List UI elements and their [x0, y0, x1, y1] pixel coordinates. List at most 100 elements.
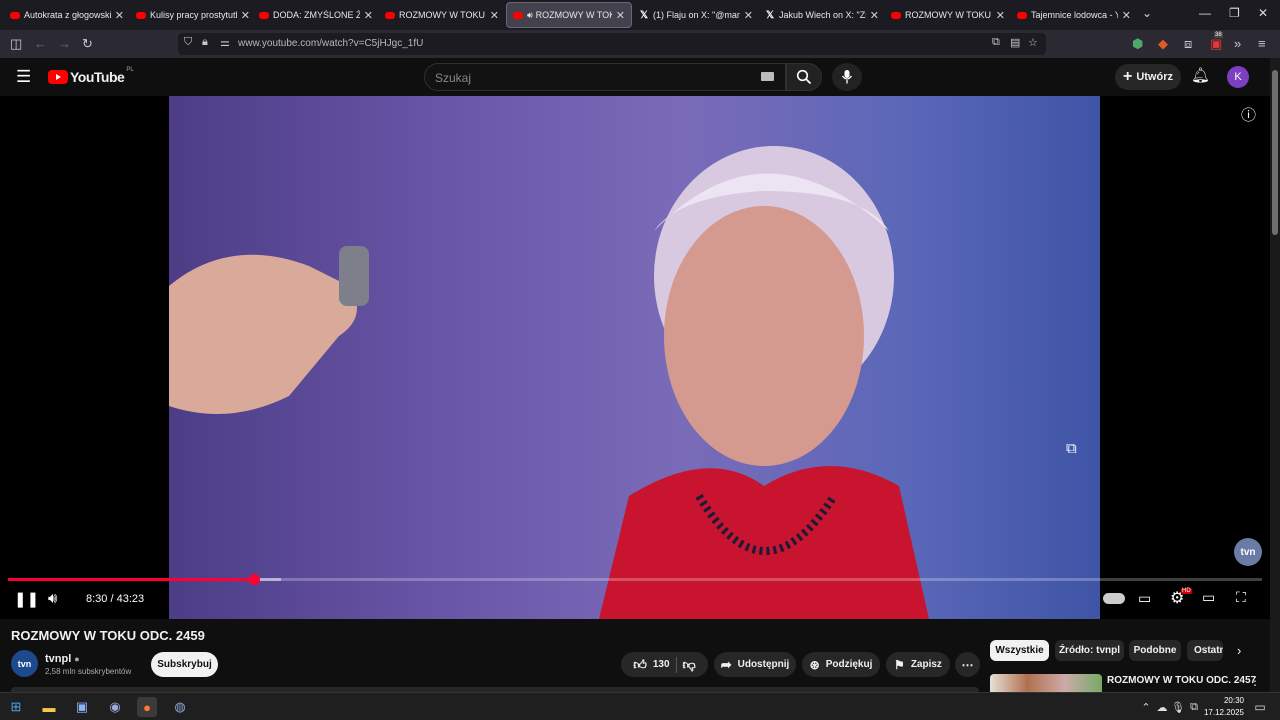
firefox-icon[interactable]: ● [137, 697, 157, 717]
speaker-icon[interactable]: 🔊︎ [527, 10, 533, 21]
bookmark-star-icon[interactable]: ☆ [1028, 36, 1038, 49]
close-icon[interactable]: ✕ [1122, 9, 1131, 22]
more-vertical-icon[interactable]: ⋮ [1249, 674, 1261, 688]
close-icon[interactable]: ✕ [241, 9, 250, 22]
video-frame[interactable] [169, 96, 1100, 619]
close-icon[interactable]: ✕ [115, 9, 124, 22]
autoplay-toggle[interactable] [1103, 593, 1125, 604]
video-player[interactable]: ⓘ ⧉ tvn ❚❚ 🔊︎ 8:30 / 43:23 ▭ ⚙ HD ▭ ⛶ [0, 96, 1270, 619]
fullscreen-icon[interactable]: ⛶ [1236, 589, 1246, 606]
notifications-bell-icon[interactable]: 🔔︎ [1191, 66, 1210, 84]
browser-tab[interactable]: Kulisy pracy prostytutki. ✕ [130, 2, 256, 28]
voice-search-button[interactable] [832, 63, 862, 91]
progress-scrubber-handle[interactable] [248, 574, 260, 585]
channel-avatar[interactable]: tvn [11, 650, 38, 677]
youtube-play-icon [48, 70, 68, 84]
extension-fox-icon[interactable]: ◆ [1158, 36, 1168, 52]
create-button[interactable]: + Utwórz [1115, 64, 1181, 90]
close-icon[interactable]: ✕ [744, 9, 753, 22]
notification-center-icon[interactable]: ▭ [1250, 697, 1270, 717]
shield-icon[interactable]: ⛉ [184, 36, 192, 49]
youtube-header: ☰ YouTube PL Szukaj + Utwórz 🔔︎ K [0, 58, 1270, 96]
channel-name[interactable]: tvnpl ● [45, 653, 80, 665]
scrollbar-thumb[interactable] [1272, 70, 1278, 235]
hd-badge: HD [1181, 588, 1192, 594]
forward-icon[interactable]: → [58, 36, 71, 51]
browser-tab[interactable]: Tajemnice lodowca - You ✕ [1011, 2, 1137, 28]
picture-in-picture-icon[interactable]: ⧉ [992, 36, 1000, 49]
chip-similar[interactable]: Podobne [1129, 640, 1181, 661]
close-icon[interactable]: ✕ [364, 9, 373, 22]
thumbs-down-icon[interactable]: 👎︎ [683, 657, 696, 673]
file-explorer-icon[interactable]: ▬ [39, 697, 59, 717]
chip-recent[interactable]: Ostatn [1187, 640, 1223, 661]
more-actions-button[interactable]: ⋯ [955, 652, 980, 677]
pause-icon[interactable]: ❚❚ [14, 590, 39, 608]
close-icon[interactable]: ✕ [870, 9, 879, 22]
like-button[interactable]: 👍︎ 130 [633, 657, 669, 673]
page-scrollbar[interactable] [1270, 58, 1280, 692]
window-close-icon[interactable]: ✕ [1258, 6, 1268, 20]
steam-icon[interactable]: ◉ [105, 697, 125, 717]
address-bar[interactable]: ⛉ 🔒︎ ⚌ www.youtube.com/watch?v=C5jHJgc_1… [178, 33, 1046, 55]
windows-start-icon[interactable]: ⊞ [6, 697, 26, 717]
chip-source[interactable]: Źródło: tvnpl [1055, 640, 1124, 661]
divider [675, 656, 677, 673]
close-icon[interactable]: ✕ [616, 9, 625, 22]
youtube-logo[interactable]: YouTube PL [48, 67, 134, 85]
sidebar-toggle-icon[interactable]: ◫ [10, 36, 22, 52]
microphone-icon [841, 70, 853, 84]
close-icon[interactable]: ✕ [996, 9, 1005, 22]
theater-mode-icon[interactable]: ▭ [1202, 589, 1215, 606]
browser-tab[interactable]: 𝕏 Jakub Wiech on X: "Zrob ✕ [759, 2, 885, 28]
youtube-icon [259, 10, 269, 20]
thanks-icon: ⊛ [809, 657, 820, 672]
volume-icon[interactable]: 🔊︎ [48, 590, 57, 607]
browser-tab[interactable]: ROZMOWY W TOKU ODC ✕ [885, 2, 1011, 28]
miniplayer-icon[interactable]: ⧉ [1066, 440, 1077, 457]
app-menu-icon[interactable]: ≡ [1258, 36, 1266, 51]
share-button[interactable]: ➦ Udostępnij [714, 652, 796, 677]
app-icon[interactable]: ◍ [170, 697, 190, 717]
keyboard-icon[interactable] [761, 72, 774, 81]
save-button[interactable]: ⚑ Zapisz [886, 652, 950, 677]
recommendation-thumbnail[interactable] [990, 674, 1102, 692]
os-taskbar: ⊞ ▬ ▣ ◉ ● ◍ ⌃ ☁ 🎙︎ ⧉ 20:30 17.12.2025 ▭ [0, 692, 1280, 720]
browser-tab[interactable]: DODA: ZMYŚLONE ŻYCIE ✕ [253, 2, 379, 28]
info-icon[interactable]: ⓘ [1241, 104, 1256, 125]
restore-icon[interactable]: ❐ [1229, 6, 1240, 20]
video-title: ROZMOWY W TOKU ODC. 2459 [11, 628, 205, 643]
extensions-puzzle-icon[interactable]: ⧈ [1184, 36, 1192, 52]
close-icon[interactable]: ✕ [490, 9, 499, 22]
channel-watermark[interactable]: tvn [1234, 538, 1262, 566]
search-input[interactable]: Szukaj [424, 63, 786, 91]
browser-tab-active[interactable]: 🔊︎ ROZMOWY W TOKU ✕ [506, 2, 632, 28]
recommendation-title[interactable]: ROZMOWY W TOKU ODC. 2457 [1107, 675, 1256, 686]
extension-shield-icon[interactable]: ⬢ [1132, 36, 1143, 52]
search-button[interactable] [786, 63, 822, 91]
lock-icon[interactable]: 🔒︎ [202, 36, 208, 49]
subtitles-icon[interactable]: ▭ [1138, 590, 1151, 607]
extension-ublock-icon[interactable]: ▣ [1210, 36, 1222, 52]
hamburger-menu-icon[interactable]: ☰ [16, 67, 31, 87]
clock-time[interactable]: 20:30 [1206, 696, 1244, 705]
tab-list-chevron-icon[interactable]: ⌄ [1142, 6, 1152, 20]
clock-date[interactable]: 17.12.2025 [1200, 708, 1244, 717]
reload-icon[interactable]: ↻ [82, 36, 93, 52]
reader-view-icon[interactable]: ▤ [1010, 36, 1020, 49]
permissions-icon[interactable]: ⚌ [220, 36, 230, 49]
bookmark-icon: ⚑ [894, 657, 905, 672]
browser-tab[interactable]: 𝕏 (1) Flaju on X: "@mamica ✕ [633, 2, 759, 28]
overflow-chevrons-icon[interactable]: » [1234, 36, 1241, 51]
computer-icon[interactable]: ▣ [72, 697, 92, 717]
subscribe-button[interactable]: Subskrybuj [151, 652, 218, 677]
thanks-button[interactable]: ⊛ Podziękuj [802, 652, 880, 677]
chip-all[interactable]: Wszystkie [990, 640, 1049, 661]
browser-tab[interactable]: Autokrata z głogowskiej ✕ [4, 2, 130, 28]
minimize-icon[interactable]: — [1199, 6, 1211, 20]
browser-tab[interactable]: ROZMOWY W TOKU ODC ✕ [379, 2, 505, 28]
account-avatar[interactable]: K [1227, 66, 1249, 88]
x-icon: 𝕏 [765, 9, 775, 21]
back-icon[interactable]: ← [34, 36, 47, 51]
chevron-right-icon[interactable]: › [1237, 643, 1241, 658]
